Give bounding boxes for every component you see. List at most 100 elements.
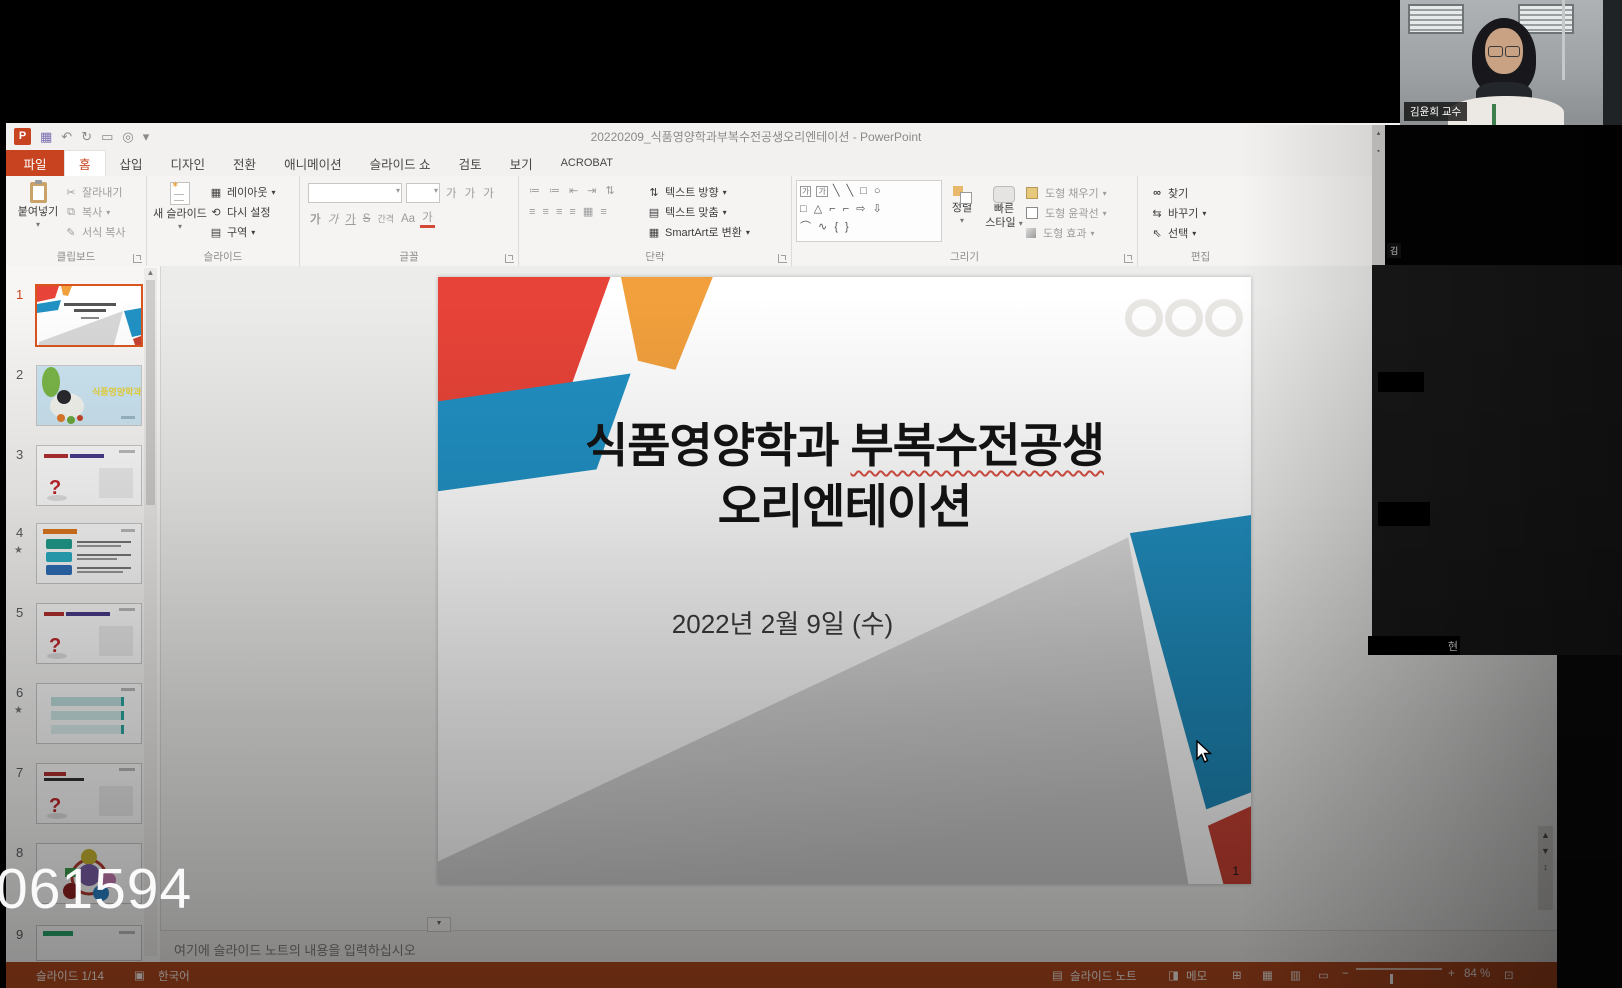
format-painter-button[interactable]: 서식 복사: [82, 224, 126, 240]
tab-home[interactable]: 홈: [64, 150, 106, 176]
tab-acrobat[interactable]: ACROBAT: [547, 150, 627, 176]
smartart-button[interactable]: SmartArt로 변환: [665, 224, 742, 240]
numbering-icon[interactable]: ≔: [549, 184, 560, 197]
cut-button[interactable]: 잘라내기: [82, 184, 122, 200]
italic-button[interactable]: 가: [326, 211, 341, 227]
quick-styles-button[interactable]: 빠른 스타일 ▾: [982, 176, 1026, 243]
webcam-video: 김윤희 교수: [1400, 0, 1603, 125]
bullets-icon[interactable]: ≔: [529, 184, 540, 197]
start-slideshow-icon[interactable]: ▭: [101, 130, 113, 143]
save-icon[interactable]: ▦: [40, 130, 52, 143]
shrink-font-button[interactable]: 가: [463, 185, 478, 201]
language-indicator[interactable]: 한국어: [158, 968, 190, 984]
slide-date[interactable]: 2022년 2월 9일 (수): [376, 604, 1189, 641]
replace-button[interactable]: 바꾸기: [1168, 205, 1198, 221]
slideshow-view-button[interactable]: ▭: [1318, 968, 1329, 982]
zoom-percentage[interactable]: 84 %: [1464, 968, 1490, 980]
font-size-box[interactable]: [406, 183, 440, 203]
quick-styles-icon: [993, 186, 1015, 203]
notes-pane[interactable]: ▼ 여기에 슬라이드 노트의 내용을 입력하십시오: [160, 930, 1557, 963]
drawing-dialog-launcher[interactable]: [1124, 254, 1133, 263]
paste-button[interactable]: 붙여넣기▾: [12, 176, 64, 242]
tab-file[interactable]: 파일: [6, 150, 64, 176]
shape-fill-icon: [1026, 187, 1038, 199]
tab-transitions[interactable]: 전환: [219, 150, 270, 176]
proofing-icon[interactable]: ▣: [134, 968, 145, 982]
reset-icon: ⟲: [209, 206, 223, 219]
slide-title[interactable]: 식품영양학과 부복수전공생 오리엔테이션: [438, 415, 1251, 537]
find-icon: ∞: [1150, 187, 1164, 199]
scroll-up-icon[interactable]: ▲: [144, 268, 157, 277]
indent-icon[interactable]: ⇥: [587, 184, 596, 197]
smartart-icon: ▦: [647, 226, 661, 239]
text-direction-button[interactable]: 텍스트 방향: [665, 184, 719, 200]
slide-sorter-view-button[interactable]: ▦: [1262, 968, 1273, 982]
clear-format-button[interactable]: 가: [481, 185, 496, 201]
notes-toggle-button[interactable]: 슬라이드 노트: [1070, 968, 1137, 984]
shape-fill-button[interactable]: 도형 채우기: [1045, 185, 1099, 201]
bold-button[interactable]: 가: [308, 211, 323, 227]
shape-outline-button[interactable]: 도형 윤곽선: [1045, 205, 1099, 221]
customize-qat-icon[interactable]: ▾: [143, 130, 150, 143]
new-slide-button[interactable]: 새 슬라이드▾: [151, 176, 209, 242]
zoom-in-button[interactable]: +: [1448, 968, 1455, 980]
line-spacing-icon[interactable]: ⇅: [605, 184, 614, 197]
watermark: 061594: [0, 856, 192, 922]
find-button[interactable]: 찾기: [1168, 185, 1188, 201]
notes-collapse-button[interactable]: ▼: [427, 917, 451, 932]
prev-next-slide-icon[interactable]: ↕: [1543, 862, 1548, 872]
redo-icon[interactable]: ↻: [81, 130, 92, 143]
grow-font-button[interactable]: 가: [444, 185, 459, 201]
slide-scrollbar[interactable]: ▲ ▼ ↕: [1538, 826, 1553, 910]
touch-mode-icon[interactable]: ◎: [122, 130, 133, 143]
slide-canvas[interactable]: 식품영양학과 부복수전공생 오리엔테이션 2022년 2월 9일 (수) 1: [438, 277, 1251, 884]
text-direction-icon: ⇅: [647, 186, 661, 199]
reading-view-button[interactable]: ▥: [1290, 968, 1301, 982]
clipboard-dialog-launcher[interactable]: [133, 254, 142, 263]
font-dialog-launcher[interactable]: [505, 254, 514, 263]
strikethrough-button[interactable]: S: [361, 213, 373, 225]
alignment-buttons[interactable]: ≡ ≡ ≡ ≡ ▦ ≡: [519, 197, 647, 218]
shapes-gallery[interactable]: 가 가 ╲ ╲ □ ○ □ △ ⌐ ⌐ ⇨ ⇩ ⌒ ∿ { }: [796, 180, 942, 242]
arrange-button[interactable]: 정렬▾: [942, 176, 982, 243]
thumbnail-preview: 식품영양학과: [37, 366, 141, 425]
memo-button[interactable]: 메모: [1186, 968, 1207, 984]
copy-button[interactable]: 복사: [82, 204, 102, 220]
tab-design[interactable]: 디자인: [157, 150, 220, 176]
tab-review[interactable]: 검토: [445, 150, 496, 176]
ribbon: 붙여넣기▾ ✂ 잘라내기 ⧉ 복사 ▾ ✎ 서식 복사 클립보드: [6, 176, 1557, 267]
char-spacing-button[interactable]: 간격: [375, 212, 396, 225]
slide-editing-area[interactable]: 식품영양학과 부복수전공생 오리엔테이션 2022년 2월 9일 (수) 1 ▲…: [6, 266, 1557, 930]
webcam-edge: [1603, 0, 1622, 125]
section-button[interactable]: 구역: [227, 224, 247, 240]
powerpoint-window: P ▦ ↶ ↻ ▭ ◎ ▾ 20220209_식품영양학과부복수전공생오리엔테이…: [6, 123, 1557, 988]
shape-effects-button[interactable]: 도형 효과: [1043, 225, 1087, 241]
tab-insert[interactable]: 삽입: [106, 150, 157, 176]
tab-slideshow[interactable]: 슬라이드 쇼: [356, 150, 445, 176]
zoom-out-button[interactable]: −: [1342, 968, 1349, 980]
zoom-slider[interactable]: [1356, 968, 1442, 970]
scroll-up-icon[interactable]: ▲: [1541, 830, 1550, 840]
scroll-down-icon[interactable]: ▼: [1541, 846, 1550, 856]
thumbnail-scrollbar[interactable]: ▲: [144, 268, 157, 956]
font-name-box[interactable]: [308, 183, 402, 203]
select-button[interactable]: 선택: [1168, 225, 1188, 241]
outdent-icon[interactable]: ⇤: [569, 184, 578, 197]
decor-circle-icon: [1125, 299, 1163, 337]
underline-button[interactable]: 가: [343, 211, 358, 227]
format-painter-icon: ✎: [64, 226, 78, 239]
normal-view-button[interactable]: ⊞: [1232, 968, 1242, 982]
reset-button[interactable]: 다시 설정: [227, 204, 271, 220]
tab-animations[interactable]: 애니메이션: [270, 150, 356, 176]
fit-to-window-button[interactable]: ⊡: [1504, 968, 1514, 982]
align-text-button[interactable]: 텍스트 맞춤: [665, 204, 719, 220]
paste-icon: [30, 182, 47, 203]
font-color-button[interactable]: 가: [420, 209, 435, 228]
change-case-button[interactable]: Aa: [399, 213, 417, 225]
status-bar: 슬라이드 1/14 ▣ 한국어 ▤ 슬라이드 노트 ◨ 메모 ⊞ ▦ ▥ ▭ −…: [6, 962, 1557, 988]
zoom-slider-thumb[interactable]: [1390, 974, 1393, 984]
layout-button[interactable]: 레이아웃: [227, 184, 267, 200]
undo-icon[interactable]: ↶: [61, 130, 72, 143]
tab-view[interactable]: 보기: [496, 150, 547, 176]
paragraph-dialog-launcher[interactable]: [778, 254, 787, 263]
